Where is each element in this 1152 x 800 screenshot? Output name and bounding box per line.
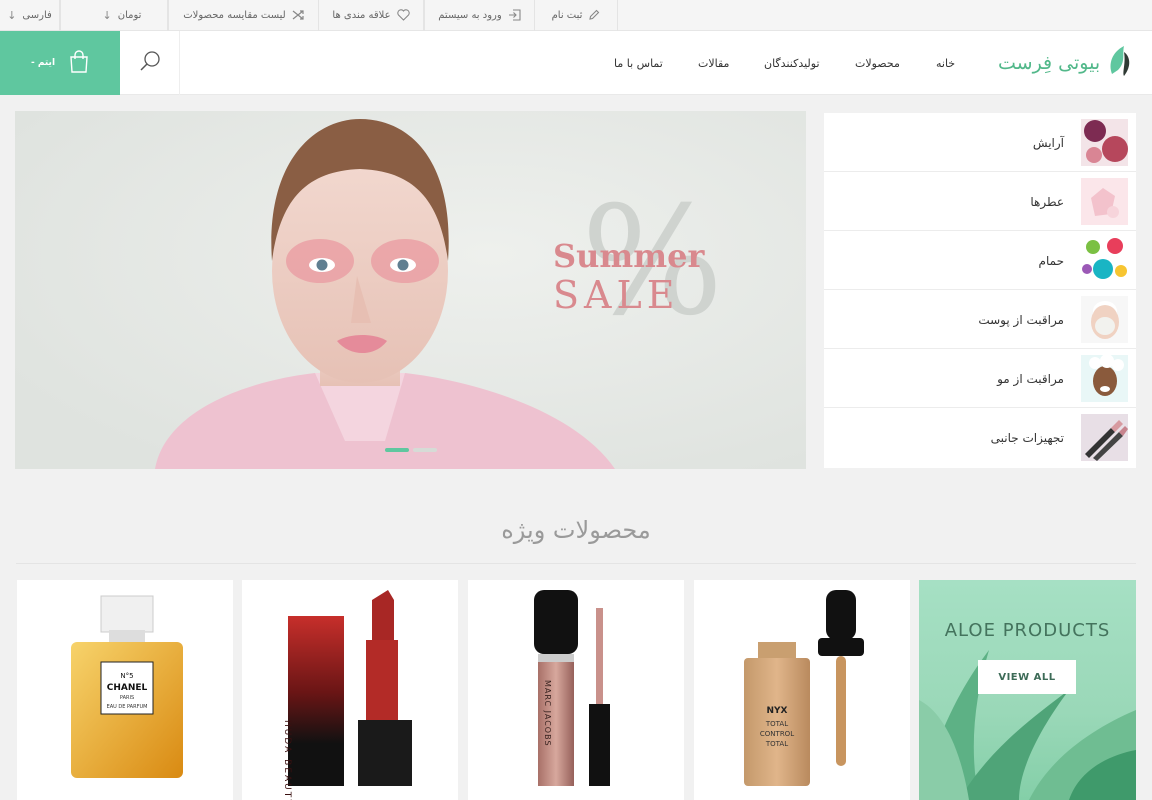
category-item-haircare[interactable]: مراقبت از مو [824,349,1136,408]
lipstick-brand: HUDA BEAUTY [282,720,292,800]
foundation-line3: TOTAL [765,740,789,748]
product-card-perfume[interactable]: N°5 CHANEL PARIS EAU DE PARFUM [17,580,233,800]
logo-text: بیوتی فِرست [998,52,1101,74]
category-item-makeup[interactable]: آرایش [824,113,1136,172]
nav-products[interactable]: محصولات [855,31,900,95]
search-button[interactable] [120,31,180,95]
category-menu: آرایش عطرها حمام مراقبت از پوست مراقبت ا… [824,113,1136,468]
category-label: عطرها [1030,194,1064,209]
perfume-type: EAU DE PARFUM [106,704,148,710]
category-label: تجهیزات جانبی [990,430,1064,445]
perfume-city: PARIS [119,695,135,701]
category-label: مراقبت از پوست [978,312,1064,327]
foundation-line1: TOTAL [765,720,789,728]
slider-dot-active[interactable] [385,448,409,452]
sale-title-line2: SALE [553,273,680,317]
arrow-down-icon: ↓ [7,9,17,22]
lipgloss-image [534,590,610,786]
skincare-thumbnail [1081,296,1128,343]
login-label: ورود به سیستم [438,10,502,21]
product-card-lipstick[interactable]: HUDA BEAUTY [242,580,458,800]
nav-articles[interactable]: مقالات [698,31,729,95]
foundation-line2: CONTROL [759,730,795,738]
register-label: ثبت نام [551,10,583,21]
product-card-gloss[interactable]: MARC JACOBS [468,580,684,800]
category-item-bath[interactable]: حمام [824,231,1136,290]
register-link[interactable]: ثبت نام [534,0,618,31]
nav-brands[interactable]: تولیدکنندگان [764,31,820,95]
leaf-face-icon [1106,44,1134,82]
login-icon [508,8,521,23]
arrow-down-icon: ↓ [102,9,112,22]
gloss-brand: MARC JACOBS [543,680,552,747]
makeup-thumbnail [1081,119,1128,166]
language-label: فارسی [22,10,52,21]
wishlist-link[interactable]: علاقه مندی ها [318,0,424,31]
compare-link[interactable]: لیست مقایسه محصولات [168,0,318,31]
category-label: حمام [1038,253,1064,268]
featured-products-title: محصولات ویژه [501,516,651,544]
slider-dot[interactable] [413,448,437,452]
aloe-promo-banner[interactable]: ALOE PRODUCTS VIEW ALL [919,580,1136,800]
lipstick-image [288,590,412,786]
view-all-button[interactable]: VIEW ALL [978,660,1076,694]
aloe-promo-title: ALOE PRODUCTS [944,620,1111,641]
category-item-accessories[interactable]: تجهیزات جانبی [824,408,1136,467]
product-card-foundation[interactable]: NYX TOTAL CONTROL TOTAL [694,580,910,800]
foundation-brand: NYX [766,706,788,716]
compare-label: لیست مقایسه محصولات [183,10,286,21]
perfume-thumbnail [1081,178,1128,225]
wishlist-label: علاقه مندی ها [332,10,391,21]
perfume-number: N°5 [120,672,134,680]
nav-contact[interactable]: تماس با ما [614,31,663,95]
accessories-thumbnail [1081,414,1128,461]
shopping-bag-icon [69,49,89,77]
pencil-icon [588,9,600,23]
haircare-thumbnail [1081,355,1128,402]
search-icon [139,50,161,76]
site-logo[interactable]: بیوتی فِرست [998,31,1130,95]
login-link[interactable]: ورود به سیستم [424,0,534,31]
heart-icon [396,8,410,23]
currency-label: تومان [117,10,142,21]
category-label: مراقبت از مو [997,371,1064,386]
section-divider [16,563,1136,564]
nav-home[interactable]: خانه [936,31,955,95]
language-select[interactable]: فارسی ↓ [0,0,60,31]
shuffle-icon [292,9,304,23]
perfume-brand: CHANEL [106,683,148,693]
category-label: آرایش [1032,135,1064,150]
hero-slider[interactable]: % Summer SALE [15,111,806,469]
sale-title-line1: Summer [553,237,705,275]
currency-select[interactable]: تومان ↓ [60,0,168,31]
cart-button[interactable]: - ایتم [0,31,120,95]
category-item-skincare[interactable]: مراقبت از پوست [824,290,1136,349]
category-item-perfume[interactable]: عطرها [824,172,1136,231]
foundation-image [744,590,864,786]
bath-thumbnail [1081,237,1128,284]
cart-count-label: - ایتم [30,58,56,68]
